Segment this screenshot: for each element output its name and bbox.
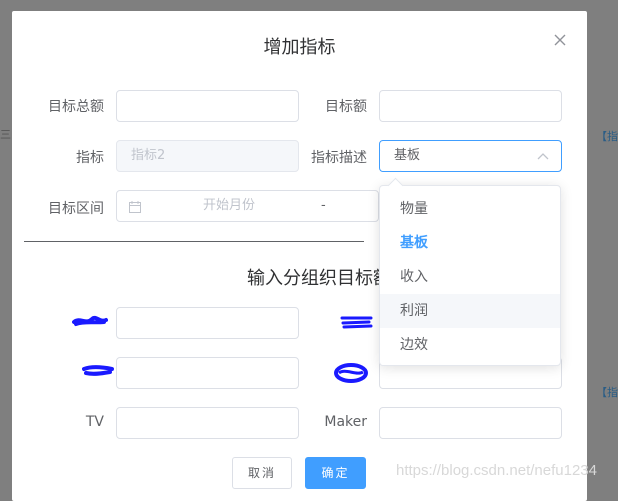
month-range-picker[interactable]: 开始月份 - [116, 190, 379, 222]
maker-label: Maker [324, 414, 367, 430]
calendar-icon [129, 201, 141, 213]
background-link-top: 【指 [596, 130, 618, 143]
range-separator: - [321, 198, 326, 213]
maker-input[interactable] [379, 407, 562, 439]
background-left [0, 0, 12, 492]
indicator-desc-value: 基板 [394, 148, 421, 163]
tv-input[interactable] [116, 407, 299, 439]
option-wuliang[interactable]: 物量 [380, 192, 560, 226]
confirm-button[interactable]: 确定 [305, 457, 366, 489]
indicator-desc-select[interactable]: 基板 [379, 140, 562, 172]
option-lirun[interactable]: 利润 [380, 294, 560, 328]
background-right [586, 0, 618, 492]
redacted-label-3 [82, 365, 114, 376]
target-range-label: 目标区间 [48, 201, 104, 217]
section-title: 输入分组织目标额 [247, 268, 391, 289]
indicator-label: 指标 [76, 150, 104, 166]
group-input-3[interactable] [116, 357, 299, 389]
redacted-label-1 [72, 315, 108, 326]
cancel-button[interactable]: 取消 [232, 457, 292, 489]
option-bianxiao[interactable]: 边效 [380, 328, 560, 362]
start-month-placeholder: 开始月份 [203, 198, 256, 213]
redacted-label-2 [340, 316, 373, 329]
indicator-desc-dropdown: 物量 基板 收入 利润 边效 [379, 177, 561, 366]
target-total-input[interactable] [116, 90, 299, 122]
option-jiban[interactable]: 基板 [380, 226, 560, 260]
background-menu-mark: 三 [0, 128, 11, 141]
tv-label: TV [85, 414, 104, 430]
target-total-label: 目标总额 [48, 99, 104, 115]
target-amount-label: 目标额 [325, 99, 367, 115]
option-shouru[interactable]: 收入 [380, 260, 560, 294]
section-divider [24, 241, 364, 242]
indicator-input: 指标2 [116, 140, 299, 172]
close-icon[interactable] [553, 33, 567, 47]
dialog-title: 增加指标 [263, 37, 336, 58]
background-link-bottom: 【指 [596, 386, 618, 399]
target-amount-input[interactable] [379, 90, 562, 122]
watermark: https://blog.csdn.net/nefu1234 [396, 462, 597, 479]
indicator-desc-label: 指标描述 [311, 150, 367, 166]
redacted-label-4 [334, 363, 368, 383]
chevron-up-icon [537, 153, 549, 160]
group-input-1[interactable] [116, 307, 299, 339]
